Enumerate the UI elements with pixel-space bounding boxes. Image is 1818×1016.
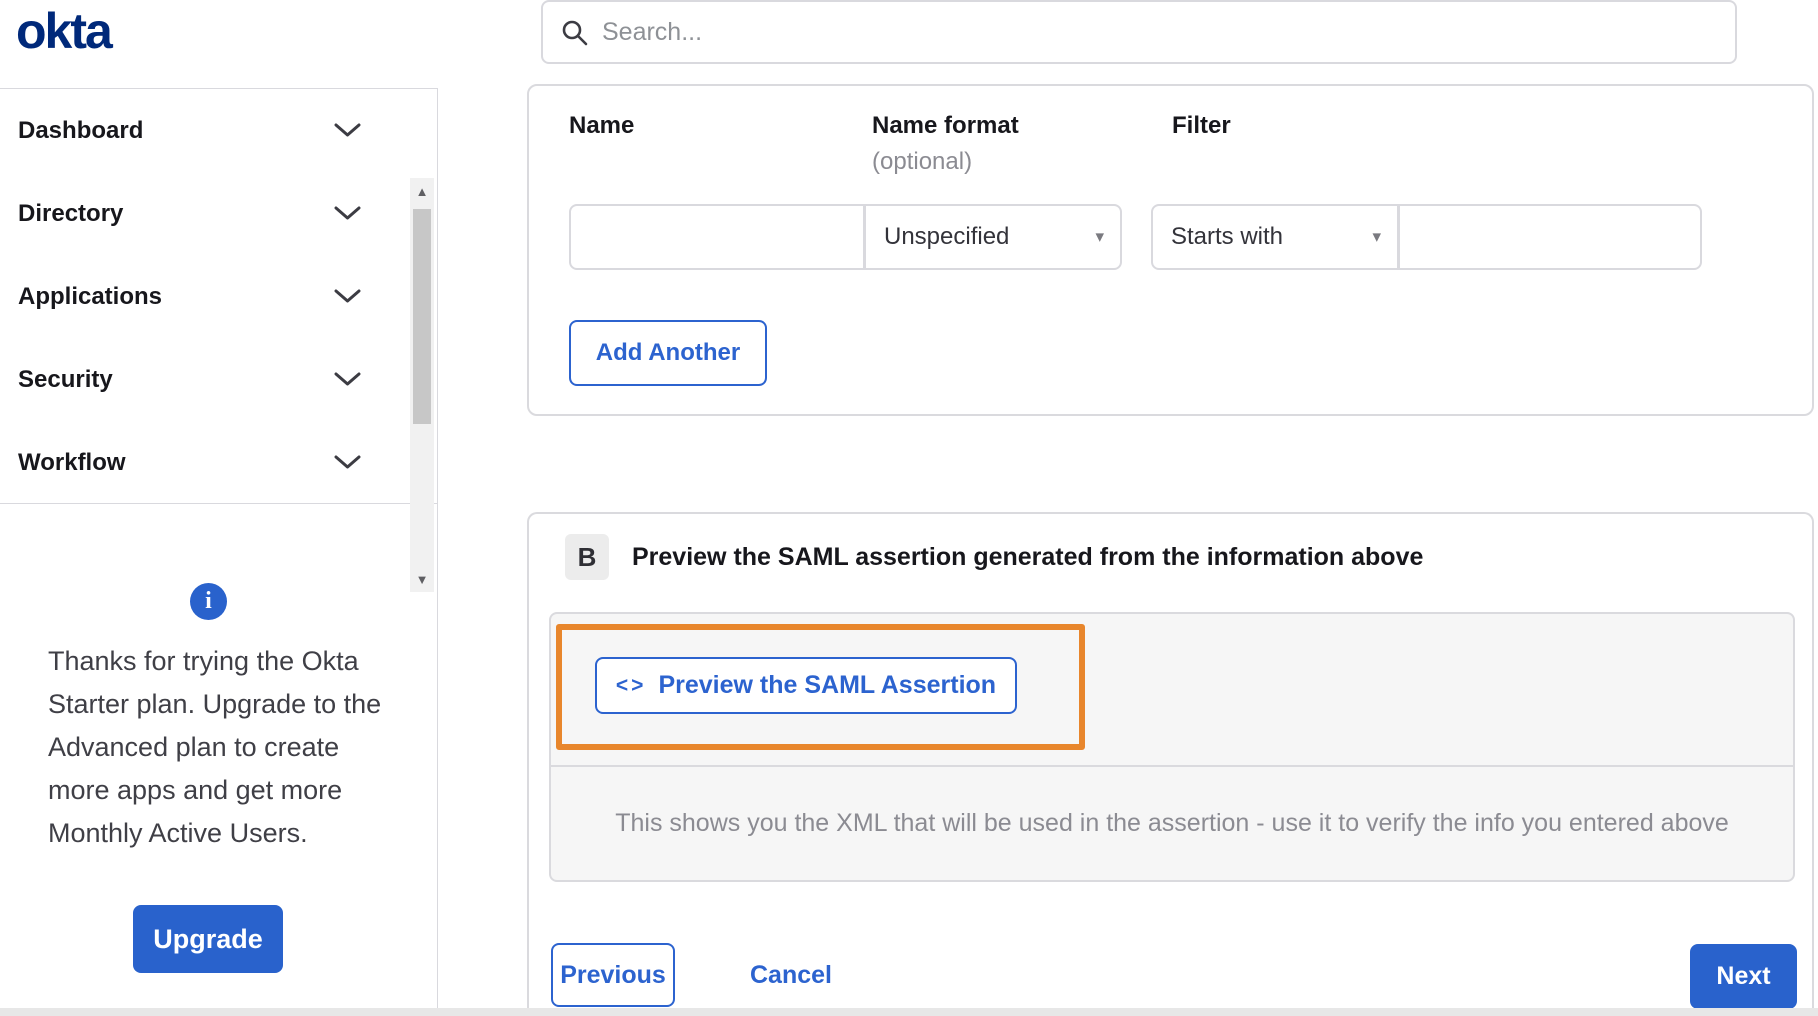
- name-format-column-label: Name format: [872, 112, 1019, 139]
- sidebar-item-label: Workflow: [18, 448, 126, 476]
- step-b-badge: B: [565, 534, 609, 580]
- name-format-selected-value: Unspecified: [884, 223, 1010, 250]
- preview-panel-help-area: This shows you the XML that will be used…: [551, 767, 1793, 880]
- cancel-link[interactable]: Cancel: [750, 943, 832, 1007]
- search-input[interactable]: [602, 17, 1735, 47]
- chevron-down-icon: [334, 206, 361, 219]
- next-button[interactable]: Next: [1690, 944, 1797, 1009]
- sidebar-item-workflow[interactable]: Workflow: [0, 421, 437, 504]
- sidebar-item-security[interactable]: Security: [0, 338, 437, 421]
- name-format-select[interactable]: Unspecified ▾: [865, 204, 1122, 270]
- name-column-label: Name: [569, 112, 635, 139]
- chevron-down-icon: [334, 289, 361, 302]
- add-another-button[interactable]: Add Another: [569, 320, 767, 386]
- preview-panel: This shows you the XML that will be used…: [549, 612, 1795, 882]
- upgrade-button[interactable]: Upgrade: [133, 905, 283, 973]
- sidebar-main-divider: [437, 88, 438, 1008]
- name-format-optional-hint: (optional): [872, 148, 973, 175]
- sidebar-nav: Dashboard Directory Applications Securit…: [0, 88, 437, 592]
- global-search: [541, 0, 1737, 64]
- sidebar-scrollbar[interactable]: ▲ ▼: [410, 178, 434, 592]
- filter-column-label: Filter: [1172, 112, 1231, 139]
- viewport-bottom-edge: [0, 1008, 1818, 1016]
- caret-down-icon: ▾: [1095, 227, 1104, 246]
- okta-admin-page: okta Dashboard Directory Applications: [0, 0, 1818, 1016]
- sidebar-item-label: Applications: [18, 282, 163, 310]
- scroll-down-icon[interactable]: ▼: [410, 566, 434, 592]
- preview-help-text: This shows you the XML that will be used…: [615, 809, 1729, 837]
- saml-preview-card: B Preview the SAML assertion generated f…: [527, 512, 1814, 1016]
- chevron-down-icon: [334, 372, 361, 385]
- preview-section-heading: Preview the SAML assertion generated fro…: [632, 543, 1424, 571]
- caret-down-icon: ▾: [1372, 227, 1381, 246]
- okta-logo[interactable]: okta: [16, 0, 113, 62]
- upsell-message: Thanks for trying the Okta Starter plan.…: [48, 646, 382, 848]
- attribute-name-input[interactable]: [569, 204, 865, 270]
- sidebar-item-applications[interactable]: Applications: [0, 255, 437, 338]
- filter-type-selected-value: Starts with: [1171, 223, 1284, 250]
- sidebar-item-label: Directory: [18, 199, 124, 227]
- sidebar-item-label: Dashboard: [18, 116, 144, 144]
- sidebar-item-dashboard[interactable]: Dashboard: [0, 89, 437, 172]
- info-icon: i: [190, 583, 227, 620]
- scrollbar-thumb[interactable]: [413, 209, 431, 424]
- scroll-up-icon[interactable]: ▲: [410, 178, 434, 204]
- chevron-down-icon: [334, 123, 361, 136]
- attribute-statements-card: Name Name format (optional) Filter Unspe…: [527, 84, 1814, 416]
- sidebar-item-directory[interactable]: Directory: [0, 172, 437, 255]
- filter-value-input[interactable]: [1399, 204, 1702, 270]
- code-icon: <>: [615, 673, 647, 697]
- search-icon: [562, 20, 588, 45]
- sidebar-item-label: Security: [18, 365, 113, 393]
- preview-button-label: Preview the SAML Assertion: [658, 671, 997, 699]
- chevron-down-icon: [334, 455, 361, 468]
- previous-button[interactable]: Previous: [551, 943, 675, 1007]
- filter-type-select[interactable]: Starts with ▾: [1151, 204, 1399, 270]
- preview-saml-assertion-button[interactable]: <> Preview the SAML Assertion: [595, 657, 1017, 714]
